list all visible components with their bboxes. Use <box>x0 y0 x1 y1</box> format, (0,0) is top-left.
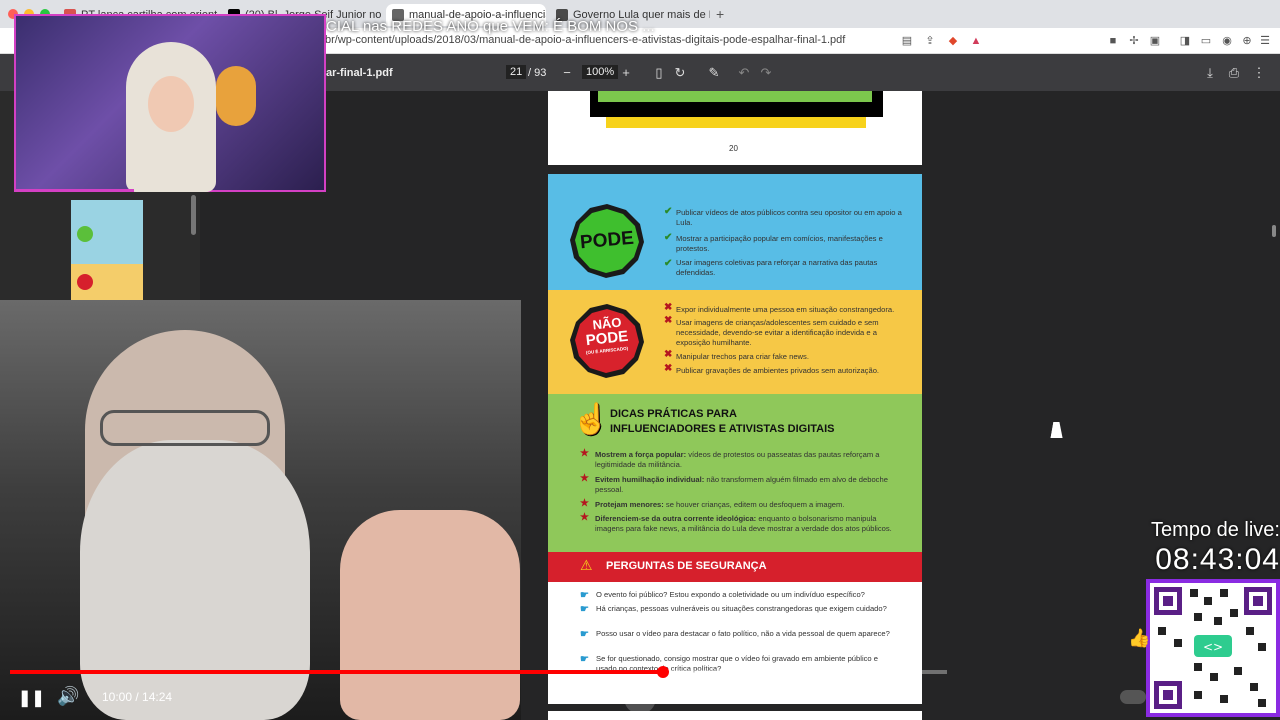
x-mark-icon: ✖ <box>664 363 673 374</box>
x-mark-icon: ✖ <box>664 315 673 326</box>
undo-icon[interactable]: ↶ <box>736 65 752 81</box>
chevron-up-icon[interactable]: ︿ <box>624 682 656 714</box>
pergunta-item: O evento foi público? Estou expondo a co… <box>596 590 865 599</box>
fit-page-icon[interactable]: ▯ <box>651 65 667 81</box>
print-icon[interactable]: ⎙ <box>1226 65 1242 81</box>
glasses <box>100 410 270 446</box>
dica-item: Mostrem a força popular: vídeos de prote… <box>595 450 880 469</box>
yellow-bar <box>606 117 866 128</box>
url-text[interactable]: br/wp-content/uploads/2018/03/manual-de-… <box>325 34 845 46</box>
camera-icon[interactable]: ◉ <box>1220 34 1234 48</box>
pointing-hand-icon: ☝ <box>572 403 610 436</box>
more-options-icon[interactable]: ⋮ <box>1251 65 1267 81</box>
dicas-section: ☝ DICAS PRÁTICAS PARA INFLUENCIADORES E … <box>548 394 922 552</box>
viewer-scrollbar[interactable] <box>1272 225 1276 237</box>
reader-icon[interactable]: ▤ <box>900 34 914 48</box>
video-controls: ❚❚ 🔊 10:00 / 14:24 ︿ <box>0 680 1280 720</box>
vpn-icon[interactable]: ⊕ <box>1240 34 1254 48</box>
rewards-icon[interactable]: ▲ <box>969 34 983 48</box>
check-icon: ✔ <box>664 232 673 243</box>
check-icon: ✔ <box>664 206 673 217</box>
page-thumbnail-18[interactable] <box>71 200 143 300</box>
dica-item: Diferenciem-se da outra corrente ideológ… <box>595 514 892 533</box>
dica-item: Evitem humilhação individual: não transf… <box>595 475 888 494</box>
sidebar-scrollbar[interactable] <box>191 195 196 235</box>
page-number: 20 <box>729 144 738 153</box>
share-icon[interactable]: ⇪ <box>923 34 937 48</box>
extension-icon[interactable]: ■ <box>1106 34 1120 48</box>
pode-item: Usar imagens coletivas para reforçar a n… <box>676 258 878 277</box>
pointer-hand-icon: ☛ <box>580 629 589 640</box>
pdf-page-20: 20 <box>548 91 922 165</box>
nao-pode-section: NÃO PODE (OU É ARRISCADO) ✖ Expor indivi… <box>548 290 922 394</box>
page-total: / 93 <box>528 67 547 79</box>
video-progress-fill <box>10 670 663 674</box>
perguntas-title: PERGUNTAS DE SEGURANÇA <box>606 560 767 572</box>
annotate-icon[interactable]: ✎ <box>706 65 722 81</box>
dicas-title-line2: INFLUENCIADORES E ATIVISTAS DIGITAIS <box>610 423 835 435</box>
x-mark-icon: ✖ <box>664 349 673 360</box>
star-icon: ★ <box>580 498 589 509</box>
video-headline-overlay: CIAL nas REDES ANO que VEM: É BOM NOS ..… <box>326 18 655 35</box>
nao-pode-item: Expor individualmente uma pessoa em situ… <box>676 305 895 314</box>
presenter-beard <box>80 440 310 720</box>
volume-icon[interactable]: 🔊 <box>57 686 79 707</box>
extension-icon[interactable]: ▣ <box>1148 34 1162 48</box>
star-icon: ★ <box>580 473 589 484</box>
presenter-webcam <box>0 300 521 720</box>
menu-icon[interactable]: ☰ <box>1258 34 1272 48</box>
dica-item: Protejam menores: se houver crianças, ed… <box>595 500 845 509</box>
warning-icon: ⚠ <box>580 557 593 573</box>
streamer-webcam <box>14 14 326 192</box>
pointer-hand-icon: ☛ <box>580 590 589 601</box>
perguntas-header: ⚠ PERGUNTAS DE SEGURANÇA <box>548 552 922 582</box>
sidebar-toggle-icon[interactable]: ◨ <box>1178 34 1192 48</box>
green-box <box>595 91 875 105</box>
redo-icon[interactable]: ↷ <box>758 65 774 81</box>
plush-toy <box>216 66 256 126</box>
download-icon[interactable]: ⤓ <box>1202 65 1218 81</box>
check-icon: ✔ <box>664 258 673 269</box>
pause-icon[interactable]: ❚❚ <box>18 688 45 708</box>
pdf-page-21: PODE ✔ Publicar vídeos de atos públicos … <box>548 174 922 704</box>
star-icon: ★ <box>580 512 589 523</box>
dicas-title-line1: DICAS PRÁTICAS PARA <box>610 408 737 420</box>
live-timer-label: Tempo de live: <box>1151 519 1280 541</box>
video-time: 10:00 / 14:24 <box>102 690 173 704</box>
brave-shield-icon[interactable]: ◆ <box>946 34 960 48</box>
live-timer: 08:43:04 <box>1155 543 1280 576</box>
pode-item: Mostrar a participação popular em comíci… <box>676 234 883 253</box>
page-number-input[interactable]: 21 <box>506 65 527 79</box>
nao-pode-item: Publicar gravações de ambientes privados… <box>676 366 880 375</box>
x-mark-icon: ✖ <box>664 302 673 313</box>
pdf-filename: ar-final-1.pdf <box>326 67 393 79</box>
pergunta-item: Posso usar o vídeo para destacar o fato … <box>596 629 890 638</box>
video-scrubber-handle[interactable] <box>657 666 669 678</box>
pergunta-item: Há crianças, pessoas vulneráveis ou situ… <box>596 604 887 613</box>
puzzle-icon[interactable]: ✢ <box>1127 34 1141 48</box>
pode-section: PODE ✔ Publicar vídeos de atos públicos … <box>548 174 922 290</box>
autoplay-toggle[interactable] <box>1120 690 1146 704</box>
new-tab-icon[interactable]: + <box>716 6 724 22</box>
zoom-level[interactable]: 100% <box>582 65 619 79</box>
streamer-face <box>148 76 194 132</box>
star-icon: ★ <box>580 448 589 459</box>
rotate-icon[interactable]: ↻ <box>672 65 688 81</box>
nao-pode-item: Manipular trechos para criar fake news. <box>676 352 809 361</box>
pointer-hand-icon: ☛ <box>580 654 589 665</box>
zoom-in-icon[interactable]: + <box>618 65 634 80</box>
like-icon[interactable]: 👍 <box>1128 628 1150 649</box>
nao-pode-item: Usar imagens de crianças/adolescentes se… <box>676 318 879 347</box>
pode-item: Publicar vídeos de atos públicos contra … <box>676 208 902 227</box>
svg-text:<>: <> <box>1203 640 1223 654</box>
pointer-hand-icon: ☛ <box>580 604 589 615</box>
zoom-out-icon[interactable]: − <box>559 65 575 80</box>
webcam-border-accent <box>14 189 134 192</box>
wallet-icon[interactable]: ▭ <box>1199 34 1213 48</box>
